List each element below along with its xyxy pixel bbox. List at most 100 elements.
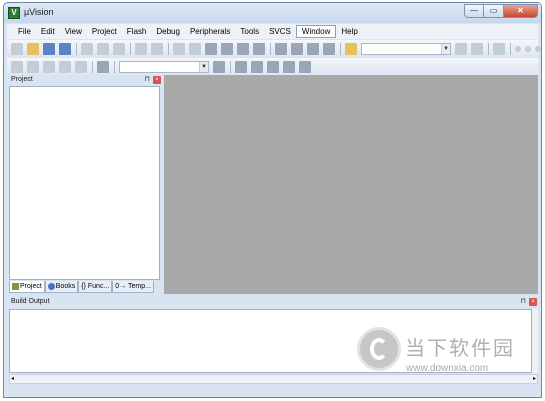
batch-build-icon[interactable] (59, 60, 71, 73)
toolbar-separator (168, 42, 169, 55)
rebuild-icon[interactable] (43, 60, 55, 73)
translate-icon[interactable] (11, 60, 23, 73)
project-panel-tabs: Project Books {} Func... 0→ Temp... (9, 281, 154, 293)
navigate-forward-icon[interactable] (189, 42, 201, 55)
window-title: µVision (24, 7, 54, 17)
incremental-find-icon[interactable] (471, 42, 483, 55)
project-tree[interactable] (9, 86, 160, 280)
cut-icon[interactable] (81, 42, 93, 55)
undo-icon[interactable] (135, 42, 147, 55)
toolbar-separator (340, 42, 341, 55)
tab-books-label: Books (55, 283, 76, 290)
tab-templates-label: 0→ Temp... (115, 283, 151, 290)
copy-icon[interactable] (97, 42, 109, 55)
menu-file[interactable]: File (13, 26, 36, 37)
chevron-down-icon[interactable]: ▼ (199, 61, 208, 72)
select-packs-icon[interactable] (267, 60, 279, 73)
project-panel-title: Project (11, 76, 33, 83)
file-toolbar: ▼ (7, 40, 541, 57)
toolbar-separator (76, 42, 77, 55)
open-file-icon[interactable] (27, 42, 39, 55)
download-icon[interactable] (97, 60, 109, 73)
redo-icon[interactable] (151, 42, 163, 55)
uncomment-icon[interactable] (323, 42, 335, 55)
find-in-files-icon[interactable] (345, 42, 357, 55)
close-panel-icon[interactable]: × (153, 76, 161, 84)
tab-functions[interactable]: {} Func... (78, 281, 113, 293)
close-button[interactable]: ✕ (504, 4, 538, 18)
menu-flash[interactable]: Flash (122, 26, 152, 37)
close-panel-icon[interactable]: × (529, 298, 537, 306)
bookmark-prev-icon[interactable] (221, 42, 233, 55)
run-time-environment-icon[interactable] (299, 60, 311, 73)
editor-area[interactable] (164, 75, 538, 294)
menu-edit[interactable]: Edit (36, 26, 60, 37)
zoom-icon[interactable] (493, 42, 505, 55)
navigate-back-icon[interactable] (173, 42, 185, 55)
menu-view[interactable]: View (60, 26, 87, 37)
indent-icon[interactable] (275, 42, 287, 55)
build-toolbar: ▼ (7, 58, 538, 75)
build-output-title: Build Output (11, 298, 50, 305)
uvision-app-icon: V (8, 7, 20, 19)
watermark-logo-icon (357, 327, 401, 371)
menu-peripherals[interactable]: Peripherals (185, 26, 235, 37)
tab-books[interactable]: Books (44, 281, 79, 293)
minimize-button[interactable]: — (464, 4, 484, 18)
unindent-icon[interactable] (291, 42, 303, 55)
comment-icon[interactable] (307, 42, 319, 55)
file-extensions-icon[interactable] (235, 60, 247, 73)
status-bar (4, 389, 541, 397)
new-file-icon[interactable] (11, 42, 23, 55)
menu-debug[interactable]: Debug (151, 26, 185, 37)
breakpoint-icon[interactable] (525, 45, 531, 52)
build-output-header: Build Output ⊓ × (9, 297, 538, 307)
project-tab-icon (12, 283, 19, 290)
bookmark-next-icon[interactable] (237, 42, 249, 55)
watermark: 当下软件园 www.downxia.com (357, 327, 537, 383)
bookmark-icon[interactable] (205, 42, 217, 55)
maximize-button[interactable]: ▭ (484, 4, 504, 18)
find-combo[interactable]: ▼ (361, 42, 451, 55)
tab-templates[interactable]: 0→ Temp... (112, 281, 154, 293)
menu-window[interactable]: Window (295, 25, 337, 38)
save-all-icon[interactable] (59, 42, 71, 55)
toolbar-separator (270, 42, 271, 55)
pack-installer-icon[interactable] (283, 60, 295, 73)
toolbar-separator (92, 60, 93, 73)
debug-session-icon[interactable] (515, 45, 521, 52)
target-options-icon[interactable] (213, 60, 225, 73)
tab-project[interactable]: Project (9, 281, 45, 293)
bookmark-clear-icon[interactable] (253, 42, 265, 55)
target-select[interactable]: ▼ (119, 60, 209, 73)
menu-project[interactable]: Project (87, 26, 122, 37)
title-bar[interactable]: V µVision — ▭ ✕ (4, 3, 541, 23)
window-controls: — ▭ ✕ (464, 4, 538, 18)
menu-svcs[interactable]: SVCS (264, 26, 296, 37)
menu-help[interactable]: Help (336, 26, 362, 37)
find-icon[interactable] (455, 42, 467, 55)
project-panel-header: Project ⊓ × (9, 75, 162, 85)
tab-project-label: Project (20, 283, 42, 290)
toolbar-separator (130, 42, 131, 55)
books-tab-icon (47, 283, 55, 290)
pin-icon[interactable]: ⊓ (521, 297, 526, 307)
stop-build-icon[interactable] (75, 60, 87, 73)
disable-breakpoint-icon[interactable] (535, 45, 541, 52)
chevron-down-icon[interactable]: ▼ (441, 43, 450, 54)
watermark-name: 当下软件园 (405, 336, 515, 360)
menu-tools[interactable]: Tools (235, 26, 264, 37)
paste-icon[interactable] (113, 42, 125, 55)
save-icon[interactable] (43, 42, 55, 55)
pin-icon[interactable]: ⊓ (145, 75, 150, 85)
tab-functions-label: {} Func... (81, 283, 110, 290)
toolbar-separator (230, 60, 231, 73)
build-icon[interactable] (27, 60, 39, 73)
menu-bar: File Edit View Project Flash Debug Perip… (7, 24, 538, 39)
project-panel: Project ⊓ × Project Books {} Func... 0→ … (9, 75, 162, 294)
toolbar-separator (114, 60, 115, 73)
watermark-url: www.downxia.com (406, 363, 489, 374)
scroll-left-icon[interactable]: ◂ (11, 375, 14, 383)
toolbar-separator (488, 42, 489, 55)
manage-components-icon[interactable] (251, 60, 263, 73)
